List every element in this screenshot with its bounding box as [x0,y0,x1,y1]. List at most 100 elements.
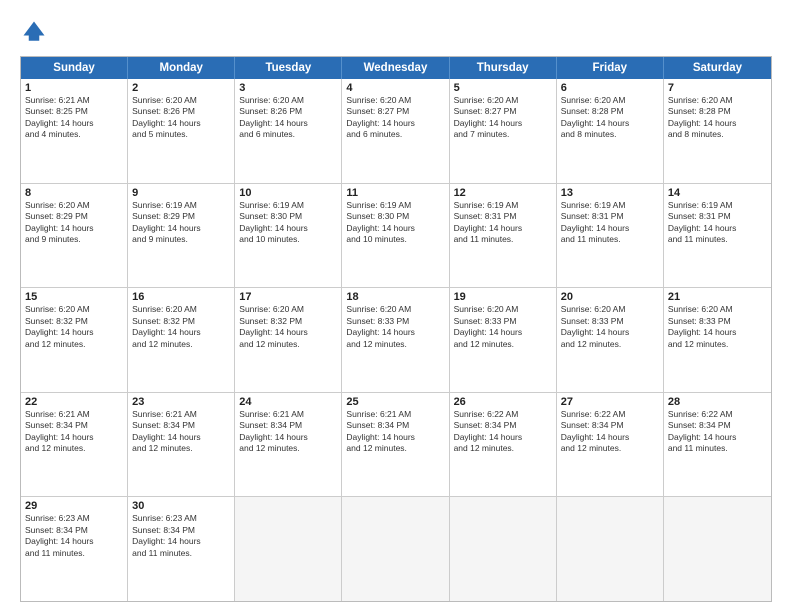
day-number: 8 [25,187,123,199]
header-day-friday: Friday [557,57,664,79]
day-info: Sunrise: 6:20 AM Sunset: 8:26 PM Dayligh… [132,95,230,141]
day-number: 19 [454,291,552,303]
day-info: Sunrise: 6:22 AM Sunset: 8:34 PM Dayligh… [561,409,659,455]
cal-cell-day-4: 4Sunrise: 6:20 AM Sunset: 8:27 PM Daylig… [342,79,449,183]
header-day-monday: Monday [128,57,235,79]
day-number: 4 [346,82,444,94]
cal-cell-empty [557,497,664,601]
day-info: Sunrise: 6:20 AM Sunset: 8:32 PM Dayligh… [132,304,230,350]
cal-cell-empty [235,497,342,601]
cal-cell-day-11: 11Sunrise: 6:19 AM Sunset: 8:30 PM Dayli… [342,184,449,288]
day-info: Sunrise: 6:20 AM Sunset: 8:33 PM Dayligh… [454,304,552,350]
day-number: 27 [561,396,659,408]
day-info: Sunrise: 6:19 AM Sunset: 8:29 PM Dayligh… [132,200,230,246]
calendar: SundayMondayTuesdayWednesdayThursdayFrid… [20,56,772,602]
day-number: 2 [132,82,230,94]
day-number: 7 [668,82,767,94]
day-info: Sunrise: 6:20 AM Sunset: 8:33 PM Dayligh… [668,304,767,350]
cal-cell-day-14: 14Sunrise: 6:19 AM Sunset: 8:31 PM Dayli… [664,184,771,288]
cal-cell-day-2: 2Sunrise: 6:20 AM Sunset: 8:26 PM Daylig… [128,79,235,183]
day-info: Sunrise: 6:22 AM Sunset: 8:34 PM Dayligh… [454,409,552,455]
cal-cell-day-3: 3Sunrise: 6:20 AM Sunset: 8:26 PM Daylig… [235,79,342,183]
header-day-tuesday: Tuesday [235,57,342,79]
cal-cell-day-19: 19Sunrise: 6:20 AM Sunset: 8:33 PM Dayli… [450,288,557,392]
day-number: 16 [132,291,230,303]
day-number: 12 [454,187,552,199]
cal-cell-day-25: 25Sunrise: 6:21 AM Sunset: 8:34 PM Dayli… [342,393,449,497]
cal-row-1: 8Sunrise: 6:20 AM Sunset: 8:29 PM Daylig… [21,183,771,288]
cal-cell-day-8: 8Sunrise: 6:20 AM Sunset: 8:29 PM Daylig… [21,184,128,288]
day-info: Sunrise: 6:20 AM Sunset: 8:29 PM Dayligh… [25,200,123,246]
day-info: Sunrise: 6:19 AM Sunset: 8:30 PM Dayligh… [239,200,337,246]
cal-cell-empty [664,497,771,601]
logo-icon [20,18,48,46]
cal-cell-day-5: 5Sunrise: 6:20 AM Sunset: 8:27 PM Daylig… [450,79,557,183]
day-number: 30 [132,500,230,512]
day-info: Sunrise: 6:21 AM Sunset: 8:34 PM Dayligh… [132,409,230,455]
day-number: 17 [239,291,337,303]
day-info: Sunrise: 6:19 AM Sunset: 8:30 PM Dayligh… [346,200,444,246]
day-info: Sunrise: 6:21 AM Sunset: 8:34 PM Dayligh… [239,409,337,455]
cal-cell-day-28: 28Sunrise: 6:22 AM Sunset: 8:34 PM Dayli… [664,393,771,497]
day-info: Sunrise: 6:20 AM Sunset: 8:28 PM Dayligh… [561,95,659,141]
day-info: Sunrise: 6:20 AM Sunset: 8:33 PM Dayligh… [346,304,444,350]
day-number: 25 [346,396,444,408]
day-info: Sunrise: 6:20 AM Sunset: 8:32 PM Dayligh… [239,304,337,350]
cal-row-0: 1Sunrise: 6:21 AM Sunset: 8:25 PM Daylig… [21,79,771,183]
day-number: 26 [454,396,552,408]
cal-cell-day-23: 23Sunrise: 6:21 AM Sunset: 8:34 PM Dayli… [128,393,235,497]
cal-cell-day-29: 29Sunrise: 6:23 AM Sunset: 8:34 PM Dayli… [21,497,128,601]
cal-cell-day-12: 12Sunrise: 6:19 AM Sunset: 8:31 PM Dayli… [450,184,557,288]
day-info: Sunrise: 6:23 AM Sunset: 8:34 PM Dayligh… [25,513,123,559]
day-number: 29 [25,500,123,512]
cal-cell-empty [450,497,557,601]
day-info: Sunrise: 6:20 AM Sunset: 8:26 PM Dayligh… [239,95,337,141]
header-day-thursday: Thursday [450,57,557,79]
cal-row-3: 22 Sunrise: 6:21 AM Sunset: 8:34 PM Dayli… [21,392,771,497]
cal-cell-day-10: 10Sunrise: 6:19 AM Sunset: 8:30 PM Dayli… [235,184,342,288]
cal-cell-day-16: 16Sunrise: 6:20 AM Sunset: 8:32 PM Dayli… [128,288,235,392]
cal-cell-day-13: 13Sunrise: 6:19 AM Sunset: 8:31 PM Dayli… [557,184,664,288]
day-number: 10 [239,187,337,199]
cal-cell-day-9: 9Sunrise: 6:19 AM Sunset: 8:29 PM Daylig… [128,184,235,288]
day-number: 28 [668,396,767,408]
day-info: Sunrise: 6:19 AM Sunset: 8:31 PM Dayligh… [668,200,767,246]
cal-cell-day-6: 6Sunrise: 6:20 AM Sunset: 8:28 PM Daylig… [557,79,664,183]
cal-cell-day-26: 26Sunrise: 6:22 AM Sunset: 8:34 PM Dayli… [450,393,557,497]
day-info: Sunrise: 6:20 AM Sunset: 8:33 PM Dayligh… [561,304,659,350]
cal-cell-day-27: 27Sunrise: 6:22 AM Sunset: 8:34 PM Dayli… [557,393,664,497]
day-number: 1 [25,82,123,94]
day-info: Sunrise: 6:19 AM Sunset: 8:31 PM Dayligh… [454,200,552,246]
day-number: 9 [132,187,230,199]
header-day-saturday: Saturday [664,57,771,79]
cal-cell-empty [342,497,449,601]
day-info: Sunrise: 6:19 AM Sunset: 8:31 PM Dayligh… [561,200,659,246]
day-number: 11 [346,187,444,199]
day-number: 21 [668,291,767,303]
cal-cell-day-30: 30Sunrise: 6:23 AM Sunset: 8:34 PM Dayli… [128,497,235,601]
day-info: Sunrise: 6:23 AM Sunset: 8:34 PM Dayligh… [132,513,230,559]
calendar-body: 1Sunrise: 6:21 AM Sunset: 8:25 PM Daylig… [21,79,771,601]
day-number: 18 [346,291,444,303]
cal-cell-day-15: 15Sunrise: 6:20 AM Sunset: 8:32 PM Dayli… [21,288,128,392]
logo [20,18,52,46]
cal-cell-day-21: 21Sunrise: 6:20 AM Sunset: 8:33 PM Dayli… [664,288,771,392]
day-number: 13 [561,187,659,199]
header-day-sunday: Sunday [21,57,128,79]
cal-cell-day-20: 20Sunrise: 6:20 AM Sunset: 8:33 PM Dayli… [557,288,664,392]
day-number: 20 [561,291,659,303]
cal-row-2: 15Sunrise: 6:20 AM Sunset: 8:32 PM Dayli… [21,287,771,392]
day-number: 15 [25,291,123,303]
day-info: Sunrise: 6:20 AM Sunset: 8:32 PM Dayligh… [25,304,123,350]
day-number: 5 [454,82,552,94]
day-number: 6 [561,82,659,94]
day-info: Sunrise: 6:20 AM Sunset: 8:28 PM Dayligh… [668,95,767,141]
day-info: Sunrise: 6:21 AM Sunset: 8:25 PM Dayligh… [25,95,123,141]
cal-cell-day-1: 1Sunrise: 6:21 AM Sunset: 8:25 PM Daylig… [21,79,128,183]
day-info: Sunrise: 6:20 AM Sunset: 8:27 PM Dayligh… [454,95,552,141]
day-number: 22 [25,396,123,408]
cal-cell-day-17: 17Sunrise: 6:20 AM Sunset: 8:32 PM Dayli… [235,288,342,392]
header [20,18,772,46]
cal-cell-day-22: 22Sunrise: 6:21 AM Sunset: 8:34 PM Dayli… [21,393,128,497]
cal-cell-day-18: 18Sunrise: 6:20 AM Sunset: 8:33 PM Dayli… [342,288,449,392]
